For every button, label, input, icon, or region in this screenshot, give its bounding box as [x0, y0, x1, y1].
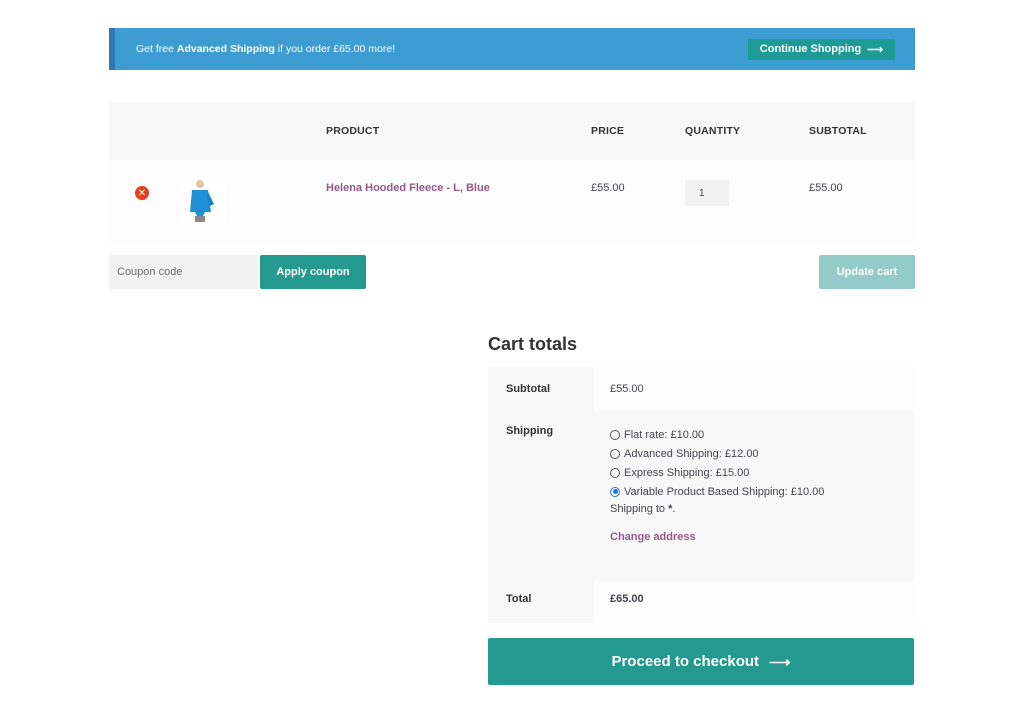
shipping-option-advanced[interactable]: Advanced Shipping: £12.00	[610, 444, 914, 463]
radio-button-selected[interactable]	[610, 486, 620, 497]
quantity-input[interactable]	[685, 180, 729, 206]
subtotal-value: £55.00	[594, 367, 914, 411]
radio-button[interactable]	[610, 448, 620, 459]
remove-x-icon[interactable]: ✕	[135, 186, 149, 200]
shipping-option-label: Variable Product Based Shipping: £10.00	[624, 485, 825, 498]
apply-coupon-button[interactable]: Apply coupon	[260, 255, 366, 289]
notice-suffix: if you order £65.00 more!	[274, 43, 396, 55]
subtotal-row: Subtotal £55.00	[488, 367, 914, 411]
update-cart-button[interactable]: Update cart	[819, 255, 915, 289]
subtotal-label: Subtotal	[488, 367, 594, 411]
cart-totals-table: Subtotal £55.00 Shipping Flat rate: £10.…	[488, 367, 914, 623]
radio-button[interactable]	[610, 429, 620, 440]
radio-button[interactable]	[610, 467, 620, 478]
col-subtotal: SUBTOTAL	[809, 125, 867, 137]
notice-text: Get free Advanced Shipping if you order …	[136, 43, 395, 55]
shipping-notice: Get free Advanced Shipping if you order …	[109, 28, 915, 70]
col-thumbnail	[169, 102, 326, 160]
product-thumbnail[interactable]	[179, 178, 225, 224]
cart-actions: Apply coupon Update cart	[109, 255, 915, 289]
shipping-to-prefix: Shipping to	[610, 503, 669, 515]
checkout-label: Proceed to checkout	[611, 653, 760, 670]
cart-table: PRODUCT PRICE QUANTITY SUBTOTAL ✕ Helena…	[109, 102, 915, 244]
total-row: Total £65.00	[488, 581, 914, 623]
cart-item-row: ✕ Helena Hooded Fleece - L, Blue £55.00 …	[109, 160, 915, 244]
arrow-right-icon: ⟶	[769, 653, 791, 671]
product-name-link[interactable]: Helena Hooded Fleece - L, Blue	[326, 182, 490, 194]
shipping-option-variable[interactable]: Variable Product Based Shipping: £10.00	[610, 482, 914, 501]
notice-highlight: Advanced Shipping	[176, 43, 275, 55]
change-address-link[interactable]: Change address	[610, 531, 696, 543]
col-product: PRODUCT	[326, 125, 380, 137]
shipping-to-suffix: .	[672, 503, 676, 515]
continue-shopping-button[interactable]: Continue Shopping ⟶	[747, 38, 895, 60]
col-price: PRICE	[591, 125, 625, 137]
total-label: Total	[488, 581, 594, 623]
coupon-code-input[interactable]	[109, 255, 258, 289]
product-price: £55.00	[591, 182, 625, 194]
col-remove	[109, 102, 169, 160]
shipping-option-label: Flat rate: £10.00	[624, 428, 705, 441]
proceed-to-checkout-button[interactable]: Proceed to checkout ⟶	[488, 638, 914, 685]
shipping-label: Shipping	[488, 411, 594, 581]
shipping-option-express[interactable]: Express Shipping: £15.00	[610, 463, 914, 482]
shipping-row: Shipping Flat rate: £10.00 Advanced Ship…	[488, 411, 914, 581]
cart-header-row: PRODUCT PRICE QUANTITY SUBTOTAL	[109, 102, 915, 160]
product-subtotal: £55.00	[809, 182, 843, 194]
shipping-option-label: Express Shipping: £15.00	[624, 466, 750, 479]
shipping-option-label: Advanced Shipping: £12.00	[624, 447, 759, 460]
col-quantity: QUANTITY	[685, 125, 741, 137]
shipping-destination: Shipping to *.	[610, 503, 914, 515]
shipping-option-flat-rate[interactable]: Flat rate: £10.00	[610, 425, 914, 444]
total-value: £65.00	[610, 593, 644, 605]
notice-prefix: Get free	[136, 43, 177, 55]
continue-shopping-label: Continue Shopping	[759, 43, 862, 55]
shipping-methods: Flat rate: £10.00 Advanced Shipping: £12…	[610, 425, 914, 501]
arrow-right-icon: ⟶	[867, 43, 883, 56]
cart-totals-title: Cart totals	[488, 334, 578, 354]
